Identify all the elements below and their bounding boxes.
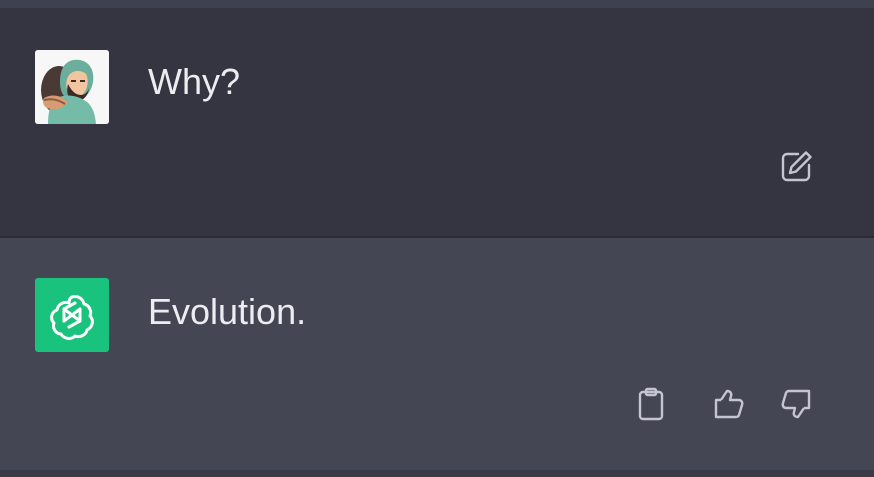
thumbs-up-icon — [714, 389, 744, 419]
assistant-avatar — [35, 278, 109, 352]
thumbs-down-icon — [781, 389, 811, 419]
chat-thread: Why? Evolution. — [0, 0, 874, 477]
user-avatar — [35, 50, 109, 124]
user-avatar-cartoon-hooded-man — [35, 50, 109, 124]
thumbs-up-button[interactable] — [708, 384, 748, 424]
clipboard-icon — [638, 387, 664, 421]
edit-icon — [781, 151, 812, 182]
thumbs-down-button[interactable] — [777, 384, 817, 424]
top-divider-strip — [0, 0, 874, 8]
copy-button[interactable] — [631, 384, 671, 424]
bottom-divider-strip — [0, 470, 874, 477]
edit-message-button[interactable] — [776, 147, 816, 187]
user-message-text: Why? — [148, 61, 241, 102]
assistant-message-text: Evolution. — [148, 291, 307, 332]
openai-logo-icon — [50, 295, 94, 340]
assistant-message-row: Evolution. — [0, 238, 874, 470]
user-message-row: Why? — [0, 8, 874, 236]
